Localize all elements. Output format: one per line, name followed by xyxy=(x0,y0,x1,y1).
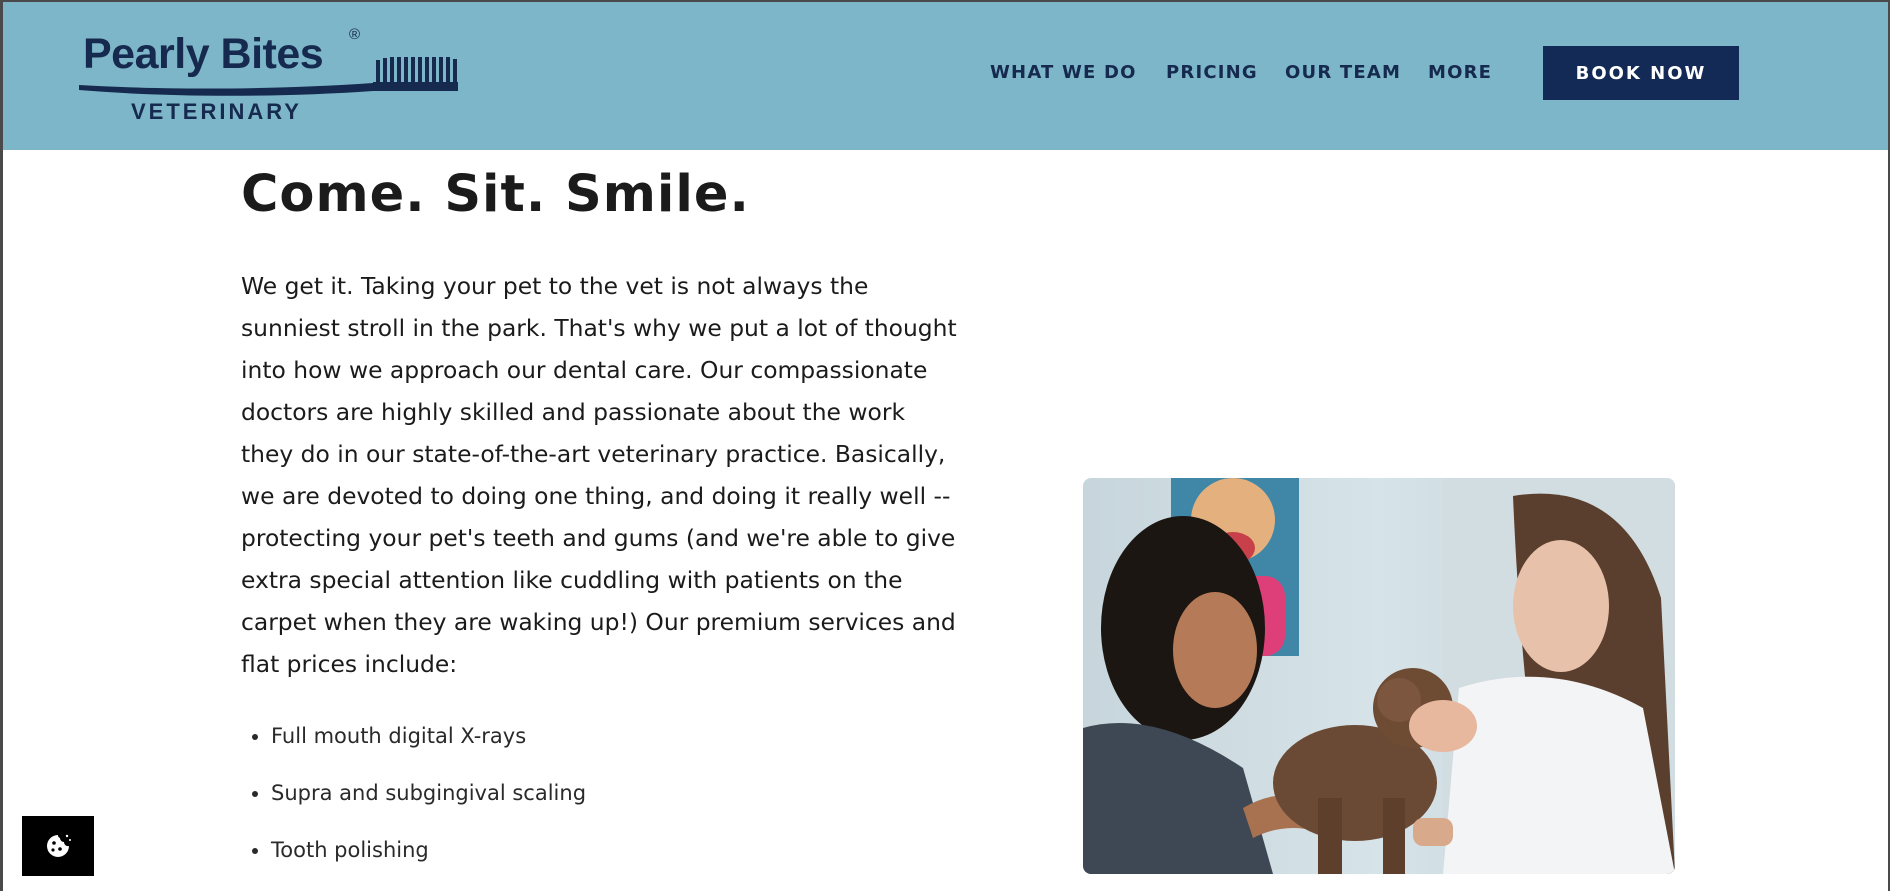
brand-subtitle: VETERINARY xyxy=(131,99,302,124)
site-header: Pearly Bites ® VETERINARY WHAT WE DO PRI… xyxy=(3,2,1888,150)
nav-item-our-team[interactable]: OUR TEAM xyxy=(1285,62,1401,83)
vet-team-photo xyxy=(1083,478,1675,874)
nav-item-pricing[interactable]: PRICING xyxy=(1166,62,1258,83)
list-item: Supra and subgingival scaling xyxy=(271,773,586,830)
cookie-icon xyxy=(47,834,71,857)
services-list: Full mouth digital X-rays Supra and subg… xyxy=(241,716,586,887)
nav-item-more[interactable]: MORE xyxy=(1428,62,1492,83)
nav-item-what-we-do[interactable]: WHAT WE DO xyxy=(990,62,1137,83)
cookie-settings-button[interactable] xyxy=(22,816,94,876)
list-item: Full mouth digital X-rays xyxy=(271,716,586,773)
book-now-button[interactable]: BOOK NOW xyxy=(1543,46,1739,100)
brand-logo[interactable]: Pearly Bites ® VETERINARY xyxy=(73,22,468,127)
registered-mark: ® xyxy=(349,26,361,43)
page-title: Come. Sit. Smile. xyxy=(241,165,750,224)
intro-paragraph: We get it. Taking your pet to the vet is… xyxy=(241,272,957,678)
toothbrush-icon xyxy=(79,57,458,96)
list-item: Tooth polishing xyxy=(271,830,586,887)
browser-viewport: Pearly Bites ® VETERINARY WHAT WE DO PRI… xyxy=(3,2,1888,891)
